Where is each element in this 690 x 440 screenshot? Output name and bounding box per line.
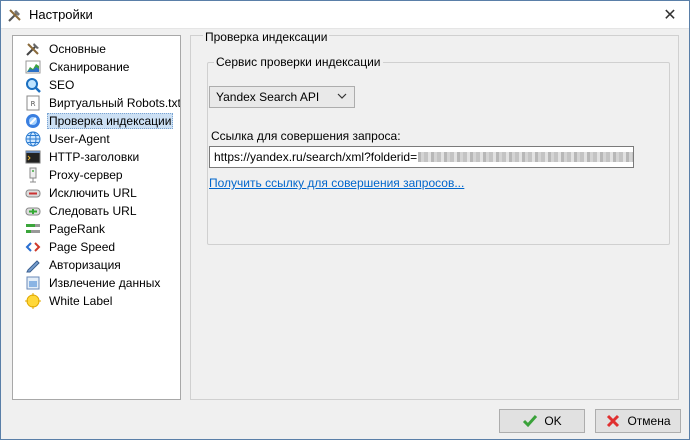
sidebar-item-exclude-url[interactable]: Исключить URL (25, 184, 139, 202)
sidebar-item-basic[interactable]: Основные (25, 40, 108, 58)
sidebar-item-label: Основные (49, 42, 106, 56)
index-check-icon (26, 114, 40, 128)
sidebar-item-label: Извлечение данных (49, 276, 161, 290)
ok-button-label: OK (544, 414, 562, 428)
close-icon: ✕ (663, 7, 677, 24)
sidebar-item-white-label[interactable]: White Label (25, 292, 114, 310)
sidebar-item-label: Виртуальный Robots.txt (49, 96, 181, 110)
exclude-url-icon (25, 189, 41, 198)
code-icon (25, 242, 41, 252)
panel-title: Проверка индексации (203, 30, 330, 44)
sidebar-item-seo[interactable]: SEO (25, 76, 76, 94)
sidebar-item-user-agent[interactable]: User-Agent (25, 130, 112, 148)
sidebar-item-label: White Label (49, 294, 113, 308)
sidebar-item-label: Следовать URL (49, 204, 137, 218)
proxy-icon (29, 167, 37, 183)
globe-icon (25, 131, 41, 147)
cancel-button[interactable]: Отмена (595, 409, 681, 433)
ok-button[interactable]: OK (499, 409, 585, 433)
white-label-icon (25, 293, 41, 309)
sidebar-item-http-headers[interactable]: HTTP-заголовки (25, 148, 141, 166)
request-url-input[interactable]: https://yandex.ru/search/xml?folderid= (209, 146, 634, 168)
cancel-button-label: Отмена (627, 414, 671, 428)
window-title: Настройки (29, 7, 93, 22)
pen-icon (26, 260, 40, 273)
sidebar-item-authorization[interactable]: Авторизация (25, 256, 123, 274)
sidebar-item-pagerank[interactable]: PageRank (25, 220, 107, 238)
sidebar-item-index-check[interactable]: Проверка индексации (25, 112, 174, 130)
follow-url-icon (25, 207, 41, 216)
redacted-text (418, 152, 633, 162)
chart-icon (25, 60, 41, 74)
url-label: Ссылка для совершения запроса: (211, 129, 401, 143)
settings-window: Настройки ✕ Основные Сканирование SEO R … (0, 0, 690, 440)
service-select-value: Yandex Search API (216, 90, 320, 104)
sidebar-item-label: Авторизация (49, 258, 121, 272)
close-button[interactable]: ✕ (657, 5, 683, 25)
sidebar-item-proxy[interactable]: Proxy-сервер (25, 166, 125, 184)
request-url-value: https://yandex.ru/search/xml?folderid= (214, 150, 418, 164)
index-check-panel: Проверка индексации Сервис проверки инде… (190, 30, 679, 400)
extract-icon (26, 276, 40, 290)
service-select[interactable]: Yandex Search API (209, 86, 355, 108)
sidebar-item-label: HTTP-заголовки (49, 150, 140, 164)
sidebar-item-label: User-Agent (49, 132, 110, 146)
sidebar-item-scanning[interactable]: Сканирование (25, 58, 131, 76)
terminal-icon (25, 150, 41, 164)
get-request-url-link[interactable]: Получить ссылку для совершения запросов.… (209, 176, 464, 190)
checkmark-icon (523, 415, 538, 428)
sidebar-item-page-speed[interactable]: Page Speed (25, 238, 117, 256)
sidebar-item-follow-url[interactable]: Следовать URL (25, 202, 139, 220)
cross-icon (607, 414, 620, 428)
sidebar-item-label: Исключить URL (49, 186, 137, 200)
title-bar: Настройки ✕ (1, 1, 689, 29)
sidebar-item-label: PageRank (49, 222, 106, 236)
settings-sidebar: Основные Сканирование SEO R Виртуальный … (12, 35, 181, 400)
sidebar-item-virtual-robots[interactable]: R Виртуальный Robots.txt (25, 94, 181, 112)
sidebar-item-label: Proxy-сервер (49, 168, 123, 182)
magnifier-icon (26, 78, 41, 93)
sidebar-item-label: Page Speed (49, 240, 116, 254)
pagerank-icon (26, 224, 40, 233)
group-title: Сервис проверки индексации (214, 55, 383, 69)
svg-text:R: R (31, 100, 36, 108)
tools-icon (26, 43, 39, 56)
tools-icon (8, 9, 21, 22)
sidebar-item-label: Проверка индексации (47, 113, 174, 129)
chevron-down-icon (337, 93, 347, 99)
sidebar-item-data-extraction[interactable]: Извлечение данных (25, 274, 162, 292)
sidebar-item-label: SEO (49, 78, 75, 92)
robots-file-icon: R (26, 95, 40, 111)
sidebar-item-label: Сканирование (49, 60, 130, 74)
